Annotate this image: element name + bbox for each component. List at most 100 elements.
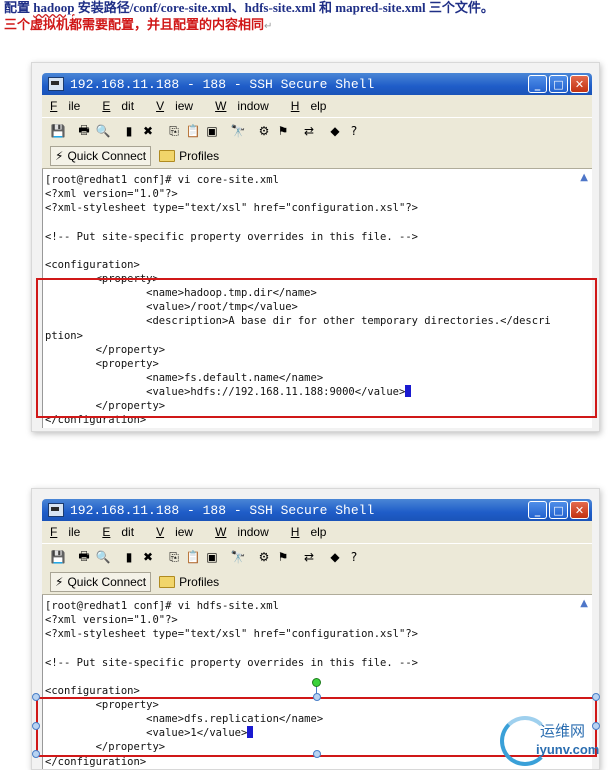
window-controls: _ □ ✕: [528, 75, 589, 93]
resize-handle-top[interactable]: [313, 693, 321, 701]
menu-help[interactable]: Help: [291, 99, 338, 113]
close-icon[interactable]: ✕: [570, 75, 589, 93]
resize-handle-top-left[interactable]: [32, 693, 40, 701]
menu-view[interactable]: View: [156, 99, 204, 113]
resize-handle-bottom-left[interactable]: [32, 750, 40, 758]
menu-edit-label: dit: [121, 99, 135, 113]
menu-help-mnemonic: H: [290, 525, 300, 539]
highlight-box-core-site: [36, 278, 597, 418]
menu-window-mnemonic: W: [215, 525, 227, 539]
menu-file[interactable]: File: [50, 99, 91, 113]
intro-line-1-prefix: 配置: [4, 0, 34, 15]
intro-line-1: 配置 hadoop 安装路径/conf/core-site.xml、hdfs-s…: [4, 0, 604, 16]
keys-icon[interactable]: ◆: [327, 549, 343, 565]
menu-window-label: indow: [237, 99, 269, 113]
help-icon[interactable]: ?: [346, 123, 362, 139]
window-title: 192.168.11.188 - 188 - SSH Secure Shell: [70, 76, 375, 92]
copy-icon[interactable]: ⎘: [166, 123, 182, 139]
paste-alt-icon[interactable]: ▣: [204, 123, 220, 139]
intro-line-2: 三个虚拟机都需要配置，并且配置的内容相同↵: [4, 16, 604, 36]
paste-icon[interactable]: 📋: [185, 549, 201, 565]
profile-settings-icon[interactable]: ⚑: [275, 123, 291, 139]
terminal-line: <!-- Put site-specific property override…: [45, 230, 418, 243]
save-icon[interactable]: 💾: [50, 123, 66, 139]
close-icon[interactable]: ✕: [570, 501, 589, 519]
resize-handle-left[interactable]: [32, 722, 40, 730]
menu-view-label: iew: [175, 525, 194, 539]
screenshot-core-site: 192.168.11.188 - 188 - SSH Secure Shell …: [31, 62, 600, 432]
profiles-label: Profiles: [179, 575, 220, 589]
scroll-up-icon[interactable]: ▲: [580, 171, 588, 185]
menu-edit-label: dit: [121, 525, 135, 539]
menu-help[interactable]: Help: [291, 525, 338, 539]
print-preview-icon[interactable]: 🔍: [95, 123, 111, 139]
menu-window[interactable]: Window: [215, 525, 280, 539]
menu-edit-mnemonic: E: [102, 99, 111, 113]
intro-text: 配置 hadoop 安装路径/conf/core-site.xml、hdfs-s…: [4, 0, 604, 36]
print-icon[interactable]: 🖶: [76, 549, 92, 565]
rotate-handle[interactable]: [312, 678, 321, 687]
keys-icon[interactable]: ◆: [327, 123, 343, 139]
quick-connect-icon: ⚡: [55, 575, 64, 589]
quick-connect-button[interactable]: ⚡ Quick Connect: [50, 572, 152, 592]
terminal-line: <?xml version="1.0"?>: [45, 614, 178, 627]
window-controls: _ □ ✕: [528, 501, 589, 519]
profile-settings-icon[interactable]: ⚑: [275, 549, 291, 565]
terminal-line: <?xml-stylesheet type="text/xsl" href="c…: [45, 202, 418, 215]
copy-icon[interactable]: ⎘: [166, 549, 182, 565]
settings-icon[interactable]: ⚙: [256, 123, 272, 139]
folder-icon: [159, 150, 176, 162]
terminal-line: <?xml version="1.0"?>: [45, 188, 178, 201]
intro-line-1-hadoop: hadoop: [33, 0, 75, 15]
print-preview-icon[interactable]: 🔍: [95, 549, 111, 565]
settings-icon[interactable]: ⚙: [256, 549, 272, 565]
profiles-label: Profiles: [179, 149, 220, 163]
menu-view[interactable]: View: [156, 525, 204, 539]
title-bar[interactable]: 192.168.11.188 - 188 - SSH Secure Shell …: [42, 73, 592, 95]
menu-bar: File Edit View Window Help: [42, 521, 592, 543]
resize-handle-top-right[interactable]: [592, 693, 600, 701]
folder-icon: [159, 576, 176, 588]
help-icon[interactable]: ?: [346, 549, 362, 565]
menu-view-mnemonic: V: [156, 525, 165, 539]
maximize-icon[interactable]: □: [549, 75, 568, 93]
disconnect-icon[interactable]: ▮: [121, 549, 137, 565]
title-bar[interactable]: 192.168.11.188 - 188 - SSH Secure Shell …: [42, 499, 592, 521]
paste-icon[interactable]: 📋: [185, 123, 201, 139]
menu-edit-mnemonic: E: [102, 525, 111, 539]
intro-line-2-text: 三个虚拟机都需要配置，并且配置的内容相同: [4, 17, 265, 32]
menu-view-mnemonic: V: [156, 99, 165, 113]
maximize-icon[interactable]: □: [549, 501, 568, 519]
quick-connect-button[interactable]: ⚡ Quick Connect: [50, 146, 152, 166]
toolbar: 💾 🖶 🔍 ▮ ✖ ⎘ 📋 ▣ 🔭 ⚙ ⚑ ⇄ ◆ ?: [42, 117, 592, 144]
menu-edit[interactable]: Edit: [102, 525, 145, 539]
reconnect-icon[interactable]: ✖: [140, 123, 156, 139]
transfer-icon[interactable]: ⇄: [301, 123, 317, 139]
find-icon[interactable]: 🔭: [230, 549, 246, 565]
menu-view-label: iew: [175, 99, 194, 113]
reconnect-icon[interactable]: ✖: [140, 549, 156, 565]
scroll-up-icon[interactable]: ▲: [580, 597, 588, 611]
watermark-logo: 运维网 iyunv.com: [498, 714, 602, 766]
minimize-icon[interactable]: _: [528, 75, 547, 93]
menu-help-mnemonic: H: [290, 99, 300, 113]
quick-connect-icon: ⚡: [55, 149, 64, 163]
quick-connect-bar: ⚡ Quick Connect Profiles: [42, 144, 592, 169]
menu-window[interactable]: Window: [215, 99, 280, 113]
watermark-cn: 运维网: [540, 722, 586, 740]
menu-edit[interactable]: Edit: [102, 99, 145, 113]
print-icon[interactable]: 🖶: [76, 123, 92, 139]
profiles-button[interactable]: Profiles: [155, 147, 223, 165]
transfer-icon[interactable]: ⇄: [301, 549, 317, 565]
resize-handle-bottom[interactable]: [313, 750, 321, 758]
terminal-line: <configuration>: [45, 258, 140, 271]
disconnect-icon[interactable]: ▮: [121, 123, 137, 139]
menu-file-mnemonic: F: [50, 525, 58, 539]
find-icon[interactable]: 🔭: [230, 123, 246, 139]
paste-alt-icon[interactable]: ▣: [204, 549, 220, 565]
minimize-icon[interactable]: _: [528, 501, 547, 519]
profiles-button[interactable]: Profiles: [155, 573, 223, 591]
save-icon[interactable]: 💾: [50, 549, 66, 565]
menu-file[interactable]: File: [50, 525, 91, 539]
